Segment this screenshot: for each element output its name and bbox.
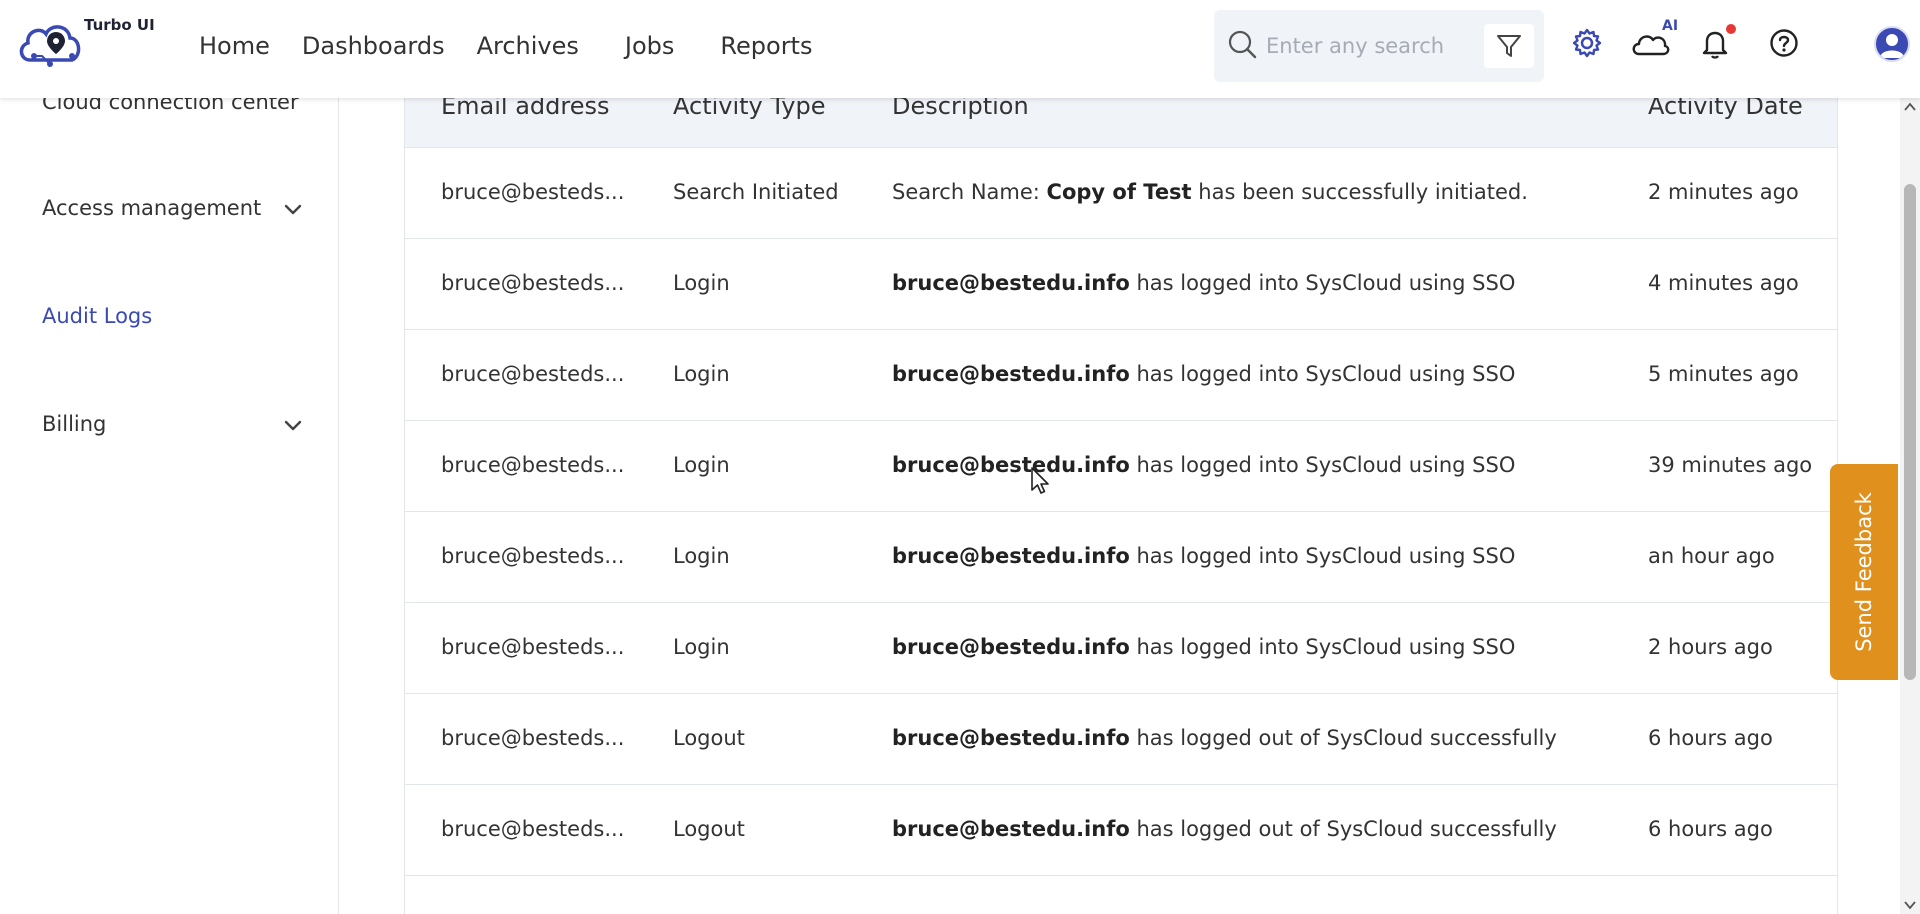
table-row[interactable]: bruce@besteds... Login bruce@bestedu.info … (405, 239, 1837, 330)
cell-email: bruce@besteds... (441, 453, 625, 477)
sidebar: Cloud connection center Access managemen… (0, 90, 339, 914)
gear-icon[interactable] (1570, 26, 1604, 60)
description-highlight: bruce@bestedu.info (892, 635, 1130, 659)
cell-description: bruce@bestedu.info has logged into SysCl… (892, 453, 1515, 477)
cell-activity-type: Login (673, 544, 730, 568)
sidebar-item-billing[interactable]: Billing (42, 412, 106, 436)
table-row[interactable]: bruce@besteds... Login bruce@bestedu.info … (405, 330, 1837, 421)
nav-home[interactable]: Home (199, 28, 270, 64)
notification-dot (1726, 24, 1736, 34)
chevron-down-icon[interactable] (282, 198, 304, 220)
help-icon[interactable] (1767, 26, 1801, 60)
user-silhouette-icon (1880, 34, 1904, 58)
table-row[interactable]: bruce@besteds... Login bruce@bestedu.info … (405, 512, 1837, 603)
cell-activity-type: Login (673, 453, 730, 477)
cell-email: bruce@besteds... (441, 180, 625, 204)
description-suffix: has logged out of SysCloud successfully (1129, 817, 1557, 841)
table-row[interactable]: bruce@besteds... Login bruce@bestedu.info … (405, 421, 1837, 512)
cell-description: bruce@bestedu.info has logged into SysCl… (892, 362, 1515, 386)
filter-button[interactable] (1484, 24, 1534, 68)
description-highlight: bruce@bestedu.info (892, 271, 1130, 295)
scroll-down-arrow-icon[interactable] (1904, 900, 1916, 910)
description-highlight: bruce@bestedu.info (892, 726, 1130, 750)
cell-email: bruce@besteds... (441, 635, 625, 659)
cell-activity-date: 5 minutes ago (1648, 362, 1799, 386)
cell-description: Search Name: Copy of Test has been succe… (892, 180, 1528, 204)
scroll-thumb[interactable] (1904, 184, 1916, 680)
mouse-cursor-icon (1031, 467, 1049, 494)
cell-email: bruce@besteds... (441, 362, 625, 386)
description-highlight: bruce@bestedu.info (892, 817, 1130, 841)
nav-archives[interactable]: Archives (477, 28, 579, 64)
cell-description: bruce@bestedu.info has logged out of Sys… (892, 817, 1557, 841)
cell-activity-date: 2 minutes ago (1648, 180, 1799, 204)
cell-activity-type: Login (673, 362, 730, 386)
chevron-down-icon[interactable] (282, 414, 304, 436)
cell-description: bruce@bestedu.info has logged into SysCl… (892, 544, 1515, 568)
description-suffix: has logged into SysCloud using SSO (1129, 544, 1516, 568)
cell-description: bruce@bestedu.info has logged out of Sys… (892, 726, 1557, 750)
sidebar-item-access-management[interactable]: Access management (42, 196, 261, 220)
description-suffix: has logged into SysCloud using SSO (1129, 271, 1516, 295)
table-row[interactable]: bruce@besteds... Login bruce@bestedu.info … (405, 603, 1837, 694)
description-highlight: bruce@bestedu.info (892, 362, 1130, 386)
nav-jobs[interactable]: Jobs (625, 28, 675, 64)
cell-email: bruce@besteds... (441, 271, 625, 295)
filter-icon (1497, 35, 1521, 57)
cell-activity-type: Logout (673, 726, 745, 750)
ai-label: AI (1662, 18, 1679, 34)
cell-activity-type: Logout (673, 817, 745, 841)
scrollbar[interactable] (1900, 98, 1920, 914)
nav-dashboards[interactable]: Dashboards (302, 28, 445, 64)
description-suffix: has logged into SysCloud using SSO (1129, 635, 1516, 659)
cell-activity-date: 4 minutes ago (1648, 271, 1799, 295)
description-highlight: Copy of Test (1046, 180, 1192, 204)
cell-activity-type: Login (673, 635, 730, 659)
user-avatar-icon[interactable] (1874, 26, 1910, 62)
scroll-up-arrow-icon[interactable] (1904, 102, 1916, 112)
description-suffix: has logged into SysCloud using SSO (1129, 362, 1516, 386)
nav-reports[interactable]: Reports (720, 28, 812, 64)
description-highlight: bruce@bestedu.info (892, 544, 1130, 568)
description-suffix: has logged into SysCloud using SSO (1129, 453, 1516, 477)
search-icon[interactable] (1226, 28, 1258, 60)
cell-activity-type: Login (673, 271, 730, 295)
sidebar-item-audit-logs[interactable]: Audit Logs (42, 304, 152, 328)
send-feedback-button[interactable]: Send Feedback (1830, 464, 1898, 680)
audit-log-table: Email address Activity Type Description … (404, 80, 1838, 914)
table-row[interactable]: bruce@besteds... Logout bruce@bestedu.info… (405, 785, 1837, 876)
cell-activity-date: 2 hours ago (1648, 635, 1773, 659)
table-row[interactable]: bruce@besteds... Logout bruce@bestedu.info… (405, 694, 1837, 785)
description-suffix: has been successfully initiated. (1191, 180, 1528, 204)
cell-activity-date: 39 minutes ago (1648, 453, 1813, 477)
search-box (1214, 10, 1544, 82)
cell-activity-date: 6 hours ago (1648, 817, 1773, 841)
description-suffix: has logged out of SysCloud successfully (1129, 726, 1557, 750)
send-feedback-label: Send Feedback (1852, 492, 1876, 652)
cell-activity-date: 6 hours ago (1648, 726, 1773, 750)
cell-email: bruce@besteds... (441, 544, 625, 568)
description-prefix: Search Name: (892, 180, 1047, 204)
logo-text: Turbo UI (84, 16, 155, 34)
cell-email: bruce@besteds... (441, 726, 625, 750)
cell-activity-date: an hour ago (1648, 544, 1775, 568)
cell-description: bruce@bestedu.info has logged into SysCl… (892, 271, 1515, 295)
search-input[interactable] (1266, 26, 1446, 66)
cell-description: bruce@bestedu.info has logged into SysCl… (892, 635, 1515, 659)
main-nav: Home Dashboards Archives Jobs Reports (199, 28, 844, 64)
table-row[interactable]: bruce@besteds... Search Initiated Search N… (405, 148, 1837, 239)
cell-activity-type: Search Initiated (673, 180, 839, 204)
cell-email: bruce@besteds... (441, 817, 625, 841)
top-bar: Turbo UI Home Dashboards Archives Jobs R… (0, 0, 1920, 98)
description-highlight: bruce@bestedu.info (892, 453, 1130, 477)
